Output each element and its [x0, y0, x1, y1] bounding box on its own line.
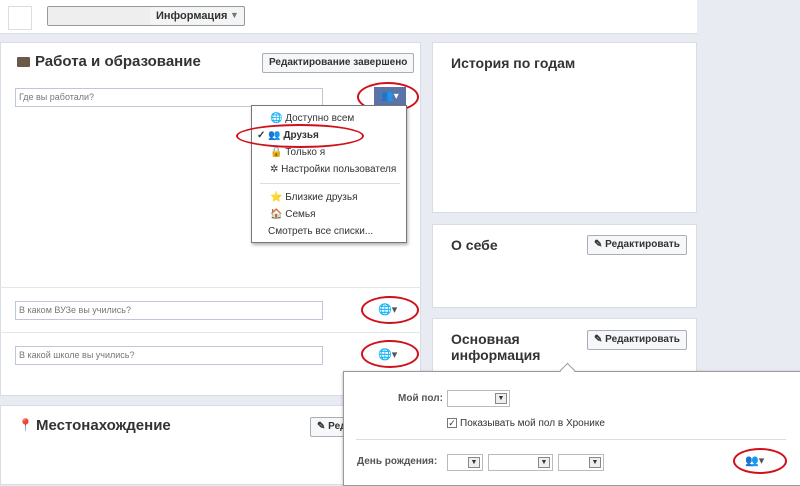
divider — [356, 439, 786, 440]
about-edit-button[interactable]: ✎ Редактировать — [587, 235, 687, 255]
edit-label: Редактировать — [605, 239, 680, 250]
chevron-down-icon: ▼ — [495, 393, 507, 404]
avatar[interactable] — [8, 6, 32, 30]
menu-item-see-all[interactable]: Смотреть все списки... — [268, 226, 373, 237]
gender-label: Мой пол: — [398, 393, 443, 404]
menu-item-custom[interactable]: ✲ Настройки пользователя — [270, 164, 396, 175]
chevron-down-icon: ▼ — [230, 10, 239, 20]
location-title: Местонахождение — [36, 417, 171, 434]
pencil-icon: ✎ — [594, 239, 603, 250]
basic-info-title-2: информация — [451, 347, 541, 363]
info-tab-label: Информация — [156, 10, 228, 22]
basic-info-title-1: Основная — [451, 331, 520, 347]
work-education-title: Работа и образование — [35, 53, 201, 70]
menu-item-label: Доступно всем — [285, 113, 355, 124]
highlight-oval — [733, 448, 787, 474]
chevron-down-icon: ▼ — [589, 457, 601, 468]
menu-item-label: Близкие друзья — [285, 192, 358, 203]
menu-item-only-me[interactable]: 🔒 Только я — [270, 147, 325, 158]
highlight-oval — [236, 124, 364, 148]
birthday-day-select[interactable]: ▼ — [447, 454, 483, 471]
menu-divider — [260, 183, 400, 184]
pencil-icon: ✎ — [317, 421, 326, 432]
highlight-oval — [361, 340, 419, 368]
birthday-year-select[interactable]: ▼ — [558, 454, 604, 471]
basic-edit-button[interactable]: ✎ Редактировать — [587, 330, 687, 350]
about-title: О себе — [451, 237, 498, 253]
done-editing-button[interactable]: Редактирование завершено — [262, 53, 415, 73]
chevron-down-icon: ▼ — [538, 457, 550, 468]
chevron-down-icon: ▼ — [468, 457, 480, 468]
show-gender-checkbox[interactable]: ✓ — [447, 418, 457, 428]
university-input[interactable]: В каком ВУЗе вы учились? — [15, 301, 323, 320]
show-gender-label: Показывать мой пол в Хронике — [460, 418, 605, 429]
menu-item-public[interactable]: 🌐 Доступно всем — [270, 113, 354, 124]
divider — [0, 332, 421, 333]
birthday-month-select[interactable]: ▼ — [488, 454, 553, 471]
school-input[interactable]: В какой школе вы учились? — [15, 346, 323, 365]
pin-icon: 📍 — [18, 418, 33, 432]
name-placeholder — [48, 7, 150, 25]
edit-label: Редактировать — [605, 334, 680, 345]
birthday-label: День рождения: — [357, 456, 438, 467]
history-title: История по годам — [451, 55, 576, 71]
info-tab-selector[interactable]: Информация ▼ — [47, 6, 245, 26]
menu-item-label: Семья — [285, 209, 316, 220]
briefcase-icon — [17, 57, 30, 67]
divider — [0, 287, 421, 288]
highlight-oval — [361, 296, 419, 324]
menu-item-family[interactable]: 🏠 Семья — [270, 209, 316, 220]
menu-item-label: Только я — [285, 147, 326, 158]
menu-item-label: Настройки пользователя — [281, 164, 397, 175]
pencil-icon: ✎ — [594, 334, 603, 345]
menu-item-close-friends[interactable]: ⭐ Близкие друзья — [270, 192, 358, 203]
gender-select[interactable]: ▼ — [447, 390, 510, 407]
